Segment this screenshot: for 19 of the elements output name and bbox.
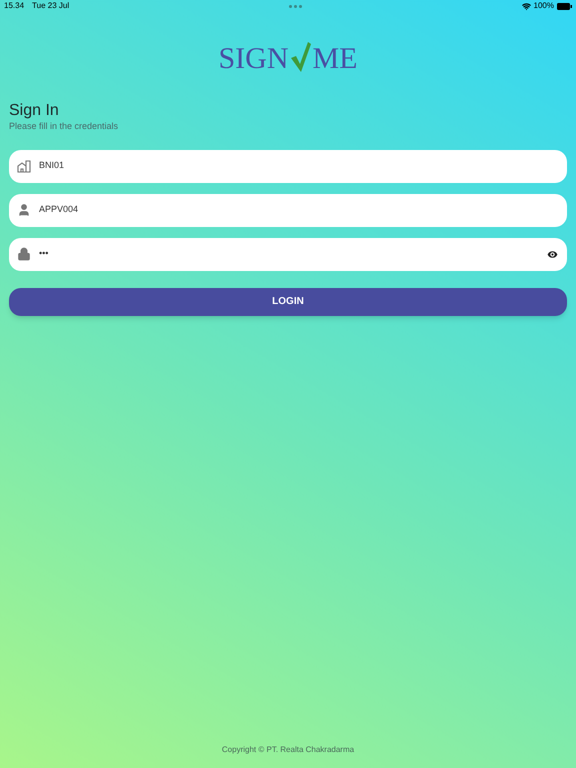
wifi-icon xyxy=(522,2,531,10)
input-field[interactable]: ••• xyxy=(9,238,567,270)
lock-icon xyxy=(17,247,31,261)
battery-icon xyxy=(557,2,572,10)
input-field[interactable]: APPV004 xyxy=(9,194,567,226)
check-mark-icon xyxy=(290,42,310,72)
input-field[interactable]: BNI01 xyxy=(9,150,567,182)
battery-percent: 100% xyxy=(534,0,554,12)
person-icon xyxy=(17,203,31,217)
building-icon xyxy=(17,160,31,172)
status-date: Tue 23 Jul xyxy=(32,0,70,12)
status-time: 15.34 xyxy=(4,0,24,12)
logo-text: ME xyxy=(312,44,358,74)
login-button[interactable]: LOGIN xyxy=(9,288,567,316)
sign-in-title: Sign In xyxy=(9,102,60,120)
sign-in-subtitle: Please fill in the credentials xyxy=(9,120,120,133)
copyright-text: Copyright © PT. Realta Chakradarma xyxy=(222,744,354,756)
logo-text: SIGN xyxy=(218,44,288,74)
multitasking-dots-icon xyxy=(288,4,302,8)
